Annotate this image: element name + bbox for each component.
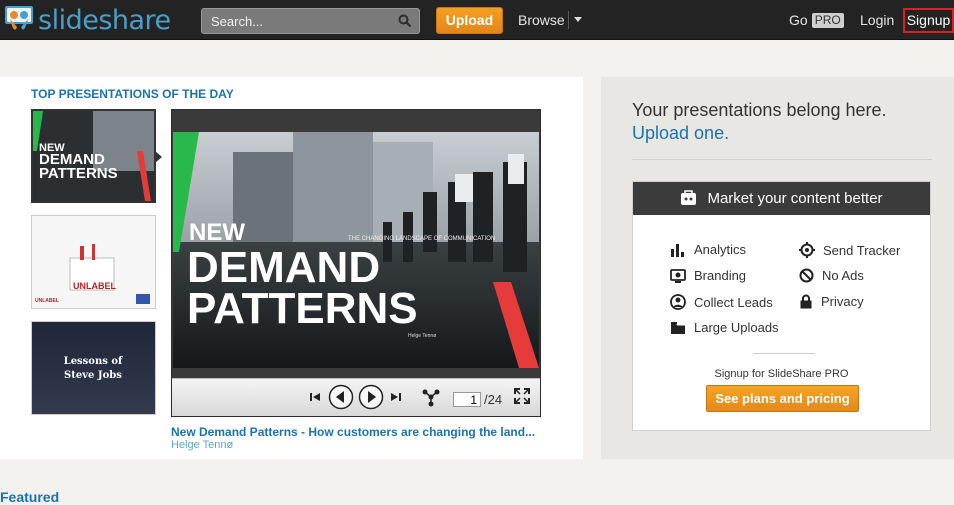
slide-viewer[interactable]: THE CHANGING LANDSCAPE OF COMMUNICATION … [171, 109, 541, 417]
feature-label: No Ads [822, 268, 864, 283]
thumb2-line1: UNLABEL [73, 281, 116, 291]
briefcase-icon [681, 190, 697, 205]
browse-divider [568, 11, 569, 29]
analytics-icon [671, 243, 684, 257]
no-ads-icon [799, 268, 814, 283]
slideshare-logo-icon [4, 5, 34, 35]
thumbnail-image: UNLABEL UNLABEL [32, 216, 155, 308]
search-icon[interactable] [398, 14, 412, 28]
promo-headline: Your presentations belong here. [632, 100, 887, 120]
feature-label: Analytics [694, 242, 747, 257]
upload-one-link[interactable]: Upload one. [632, 123, 729, 144]
page-number-input[interactable] [453, 392, 481, 407]
thumbnail-new-demand-patterns[interactable]: NEW DEMAND PATTERNS [31, 109, 156, 203]
active-thumbnail-pointer [155, 151, 162, 163]
thumbnail-image: Lessons of Steve Jobs [64, 356, 123, 381]
market-title: Market your content better [707, 190, 883, 207]
share-icon[interactable] [422, 389, 440, 407]
page-total: /24 [484, 392, 503, 407]
thumbnail-unlabel[interactable]: UNLABEL UNLABEL [31, 215, 156, 309]
see-plans-button[interactable]: See plans and pricing [706, 385, 859, 412]
feature-label: Large Uploads [694, 320, 779, 335]
send-tracker-icon [799, 242, 815, 258]
feature-label: Send Tracker [823, 242, 901, 258]
lock-icon [800, 294, 812, 309]
pro-badge: PRO [811, 12, 844, 28]
signup-link[interactable]: Signup [903, 8, 954, 33]
thumbnail-lessons-steve-jobs[interactable]: Lessons of Steve Jobs [31, 321, 156, 415]
player-controls: /24 [172, 378, 540, 416]
featured-presentation-title[interactable]: New Demand Patterns - How customers are … [171, 425, 535, 439]
feature-label: Collect Leads [694, 294, 773, 310]
logo-text: slideshare [38, 4, 171, 36]
thumb1-line3: PATTERNS [39, 165, 118, 182]
top-navigation-bar: slideshare Upload Browse Go PRO Login Si… [0, 0, 954, 40]
slide-subtitle: THE CHANGING LANDSCAPE OF COMMUNICATION [348, 236, 495, 242]
feature-privacy: Privacy [799, 294, 864, 309]
thumb3-line2: Steve Jobs [64, 370, 122, 381]
signup-pro-text: Signup for SlideShare PRO [714, 368, 849, 380]
next-slide-icon[interactable] [358, 384, 384, 410]
feature-send-tracker: Send Tracker [799, 242, 900, 258]
featured-section-heading: Featured [0, 489, 60, 505]
thumb2-line2: UNLABEL [35, 298, 59, 304]
browse-link[interactable]: Browse [518, 12, 565, 28]
browse-dropdown-icon[interactable] [574, 17, 582, 22]
promo-divider [632, 159, 932, 160]
login-link[interactable]: Login [860, 12, 894, 28]
upload-button[interactable]: Upload [436, 7, 503, 34]
feature-analytics: Analytics [670, 242, 746, 257]
folder-icon [671, 321, 685, 334]
section-title: TOP PRESENTATIONS OF THE DAY [31, 87, 234, 101]
slide-image: THE CHANGING LANDSCAPE OF COMMUNICATION … [173, 132, 539, 368]
last-slide-icon[interactable] [390, 391, 402, 403]
branding-icon [670, 268, 686, 283]
collect-leads-icon [670, 294, 686, 310]
slideshare-logo[interactable]: slideshare [4, 4, 171, 36]
slide-title-line3: PATTERNS [187, 284, 418, 333]
slide-author: Helge Tennø [408, 333, 436, 339]
previous-slide-icon[interactable] [328, 384, 354, 410]
slide-title-line1: NEW [189, 219, 245, 246]
first-slide-icon[interactable] [309, 391, 321, 403]
market-content-box: Market your content better Analytics Sen… [632, 181, 931, 431]
feature-no-ads: No Ads [799, 268, 864, 283]
featured-presentation-author[interactable]: Helge Tennø [171, 439, 233, 451]
thumb3-line1: Lessons of [64, 356, 123, 367]
feature-branding: Branding [670, 268, 746, 283]
feature-collect-leads: Collect Leads [670, 294, 773, 310]
search-box[interactable] [201, 8, 420, 34]
feature-large-uploads: Large Uploads [670, 320, 779, 335]
market-header: Market your content better [633, 182, 930, 215]
fullscreen-icon[interactable] [514, 388, 530, 404]
top-presentations-panel: TOP PRESENTATIONS OF THE DAY NEW DEMAND … [0, 77, 583, 459]
promo-panel: Your presentations belong here. Upload o… [601, 77, 954, 459]
feature-label: Branding [694, 268, 747, 283]
go-pro-link[interactable]: Go PRO [789, 12, 844, 28]
feature-label: Privacy [821, 294, 864, 309]
market-divider [753, 353, 815, 354]
go-label: Go [789, 12, 808, 28]
thumbnail-image: NEW DEMAND PATTERNS [33, 111, 154, 201]
search-input[interactable] [202, 9, 392, 33]
